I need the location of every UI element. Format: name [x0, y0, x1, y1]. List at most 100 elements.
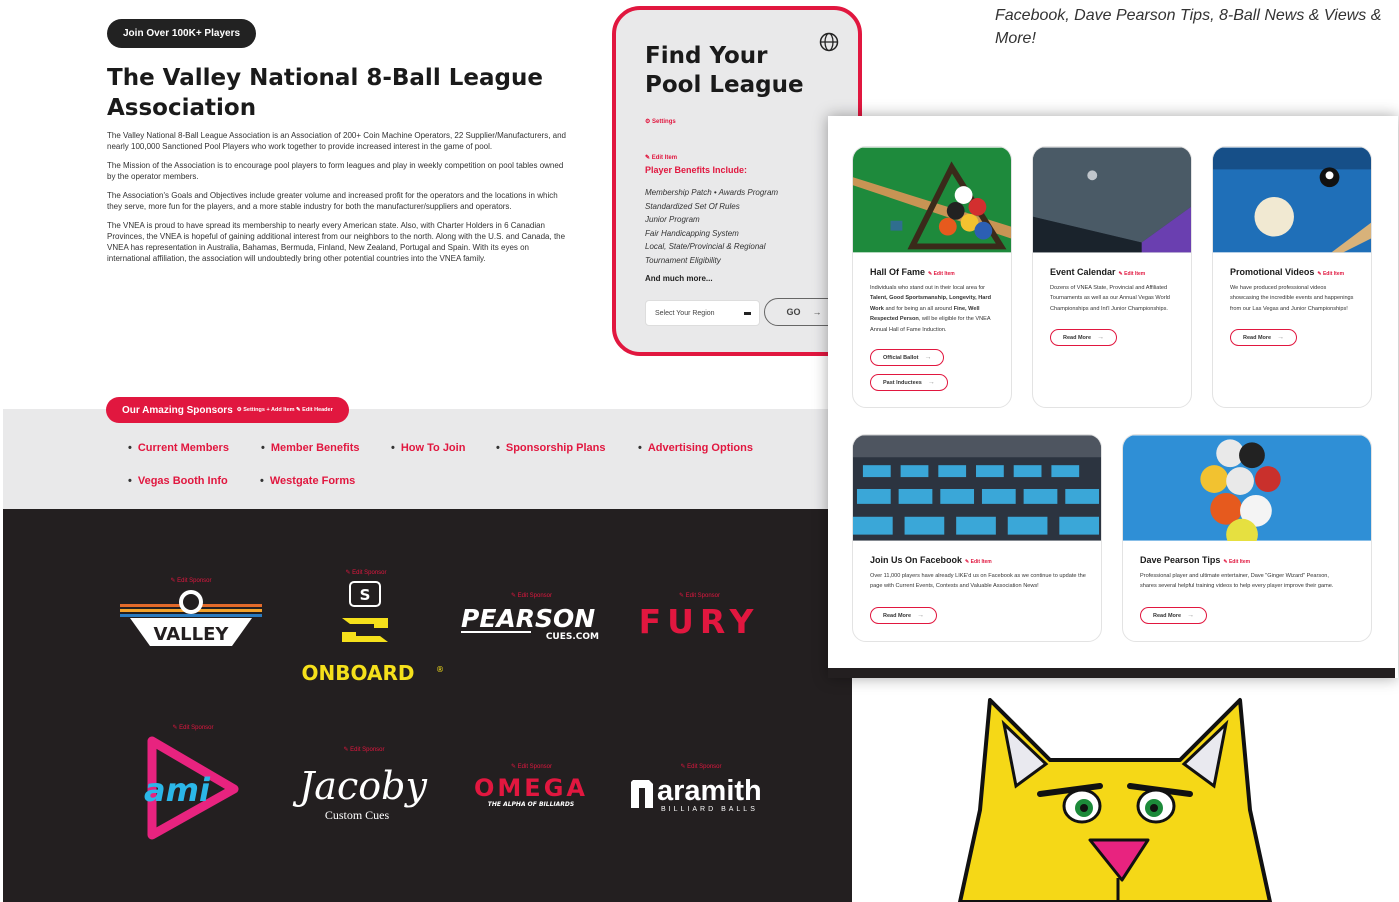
sponsor-logos-panel: ✎ Edit Sponsor VALLEY ✎ Edit Sponsor S O…: [3, 509, 852, 902]
edit-sponsor-link[interactable]: ✎ Edit Sponsor: [679, 592, 720, 599]
fury-logo: FURY: [639, 603, 760, 637]
omega-logo: OMEGA THE ALPHA OF BILLIARDS: [474, 774, 588, 808]
nav-vegas-booth-info[interactable]: Vegas Booth Info: [128, 475, 228, 487]
edit-item-link[interactable]: ✎ Edit Item: [1119, 271, 1146, 277]
edit-sponsor-link[interactable]: ✎ Edit Sponsor: [511, 592, 552, 599]
benefit-item: Junior Program: [645, 215, 700, 224]
arrow-right-icon: →: [812, 307, 822, 317]
dropdown-icon: [744, 312, 751, 315]
past-inductees-button[interactable]: Past Inductees →: [870, 374, 948, 391]
valley-logo: VALLEY: [120, 590, 262, 646]
benefit-item: Fair Handicapping System: [645, 228, 739, 238]
edit-sponsor-link[interactable]: ✎ Edit Sponsor: [172, 724, 213, 731]
sponsors-title: Our Amazing Sponsors: [122, 404, 233, 416]
feature-card-dave-pearson-tips: Dave Pearson Tips ✎ Edit Item Professiona…: [1122, 434, 1372, 642]
read-more-button[interactable]: Read More →: [1230, 329, 1298, 346]
league-edit-link[interactable]: ✎ Edit Item: [645, 154, 677, 161]
feature-text: We have produced professional videos sho…: [1230, 285, 1354, 312]
feature-card-hall-of-fame: Hall Of Fame ✎ Edit Item Individuals who …: [852, 146, 1012, 408]
pool-table-image: [1033, 147, 1191, 253]
arrow-right-icon: →: [917, 612, 925, 619]
sponsor-omega[interactable]: ✎ Edit Sponsor OMEGA THE ALPHA OF BILLIA…: [459, 763, 604, 810]
aramith-sub-text: BILLIARD BALLS: [661, 806, 758, 813]
intro-paragraph: The Valley National 8-Ball League Associ…: [107, 131, 567, 151]
league-card-title: Find Your Pool League: [645, 43, 804, 98]
intro-paragraph: The VNEA is proud to have spread its mem…: [107, 221, 566, 263]
fury-logo-text: FURY: [639, 603, 760, 637]
find-league-card: Find Your Pool League ⚙ Settings ✎ Edit …: [612, 6, 862, 356]
arrow-right-icon: →: [1187, 612, 1195, 619]
sponsors-edit-tools[interactable]: ⚙ Settings + Add Item ✎ Edit Header: [237, 407, 333, 413]
nav-member-benefits[interactable]: Member Benefits: [261, 442, 360, 454]
features-overlay: Hall Of Fame ✎ Edit Item Individuals who …: [828, 116, 1398, 678]
edit-item-link[interactable]: ✎ Edit Item: [928, 271, 955, 277]
ami-logo-text: ami: [144, 771, 211, 809]
read-more-button[interactable]: Read More →: [870, 607, 938, 624]
onboard-logo-text: ONBOARD: [302, 661, 415, 685]
feature-title: Join Us On Facebook ✎ Edit Item: [870, 555, 992, 565]
benefit-item: Tournament Eligibility: [645, 255, 721, 265]
benefits-more: And much more...: [645, 274, 713, 283]
feature-card-promotional-videos: Promotional Videos ✎ Edit Item We have pr…: [1212, 146, 1372, 408]
page-title: The Valley National 8-Ball League Associ…: [107, 65, 543, 121]
edit-sponsor-link[interactable]: ✎ Edit Sponsor: [680, 763, 721, 770]
pearson-logo-text: PEARSON: [461, 604, 595, 633]
aramith-logo: aramith BILLIARD BALLS: [631, 775, 762, 813]
arrow-right-icon: →: [924, 354, 932, 361]
edit-item-link[interactable]: ✎ Edit Item: [965, 559, 992, 565]
feature-text: Dozens of VNEA State, Provincial and Aff…: [1050, 285, 1170, 312]
nav-sponsorship-plans[interactable]: Sponsorship Plans: [496, 442, 606, 454]
benefits-title: Player Benefits Include:: [645, 165, 748, 175]
sponsor-aramith[interactable]: ✎ Edit Sponsor aramith BILLIARD BALLS: [627, 763, 775, 814]
jacoby-logo-text: Jacoby: [292, 764, 427, 808]
jacoby-sub-text: Custom Cues: [325, 808, 390, 822]
feature-title: Event Calendar ✎ Edit Item: [1050, 267, 1146, 277]
nav-how-to-join[interactable]: How To Join: [391, 442, 466, 454]
feature-title: Dave Pearson Tips ✎ Edit Item: [1140, 555, 1251, 565]
jacoby-logo: Jacoby Custom Cues: [292, 764, 427, 822]
globe-icon[interactable]: [819, 32, 839, 52]
feature-text: Individuals who stand out in their local…: [870, 285, 991, 333]
sponsor-nav-band: [3, 409, 852, 509]
header-tagline: Facebook, Dave Pearson Tips, 8-Ball News…: [995, 7, 1382, 47]
intro-text: The Valley National 8-Ball League Associ…: [107, 130, 567, 272]
region-select[interactable]: Select Your Region: [645, 300, 760, 326]
arrow-right-icon: →: [1097, 334, 1105, 341]
sponsor-jacoby[interactable]: ✎ Edit Sponsor Jacoby Custom Cues: [289, 746, 439, 829]
official-ballot-button[interactable]: Official Ballot →: [870, 349, 945, 366]
nav-westgate-forms[interactable]: Westgate Forms: [260, 475, 355, 487]
edit-sponsor-link[interactable]: ✎ Edit Sponsor: [170, 577, 211, 584]
nav-advertising-options[interactable]: Advertising Options: [638, 442, 753, 454]
edit-item-link[interactable]: ✎ Edit Item: [1223, 559, 1250, 565]
feature-text: Professional player and ultimate enterta…: [1140, 573, 1334, 590]
join-badge: Join Over 100K+ Players: [107, 19, 257, 48]
sponsor-pearson[interactable]: ✎ Edit Sponsor PEARSON CUES.COM: [459, 592, 604, 643]
feature-card-event-calendar: Event Calendar ✎ Edit Item Dozens of VNEA…: [1032, 146, 1192, 408]
edit-sponsor-link[interactable]: ✎ Edit Sponsor: [345, 569, 386, 576]
wildcat-mascot-image: [958, 698, 1272, 902]
feature-title: Hall Of Fame ✎ Edit Item: [870, 267, 955, 277]
billiard-rack-image: [853, 147, 1011, 253]
feature-card-facebook: Join Us On Facebook ✎ Edit Item Over 11,0…: [852, 434, 1102, 642]
edit-sponsor-link[interactable]: ✎ Edit Sponsor: [511, 763, 552, 770]
sponsor-onboard[interactable]: ✎ Edit Sponsor S ONBOARD ®: [286, 569, 446, 690]
sponsor-fury[interactable]: ✎ Edit Sponsor FURY: [627, 592, 772, 637]
read-more-button[interactable]: Read More →: [1140, 607, 1208, 624]
blue-table-image: [1213, 147, 1371, 253]
valley-logo-text: VALLEY: [154, 624, 230, 645]
sponsor-valley[interactable]: ✎ Edit Sponsor VALLEY: [120, 577, 262, 652]
pearson-sub-text: CUES.COM: [546, 632, 599, 642]
arrow-right-icon: →: [1277, 334, 1285, 341]
edit-item-link[interactable]: ✎ Edit Item: [1317, 271, 1344, 277]
league-settings-link[interactable]: ⚙ Settings: [645, 118, 676, 125]
read-more-button[interactable]: Read More →: [1050, 329, 1118, 346]
onboard-s-text: S: [360, 586, 371, 604]
benefit-item: Local, State/Provincial & Regional: [645, 242, 766, 251]
sponsor-ami[interactable]: ✎ Edit Sponsor ami: [138, 724, 248, 845]
balls-closeup-image: [1123, 435, 1371, 541]
omega-logo-text: OMEGA: [474, 774, 588, 802]
benefits-list: Membership Patch • Awards Program Standa…: [645, 186, 825, 267]
go-label: GO: [786, 307, 801, 317]
edit-sponsor-link[interactable]: ✎ Edit Sponsor: [343, 746, 384, 753]
nav-current-members[interactable]: Current Members: [128, 442, 229, 454]
